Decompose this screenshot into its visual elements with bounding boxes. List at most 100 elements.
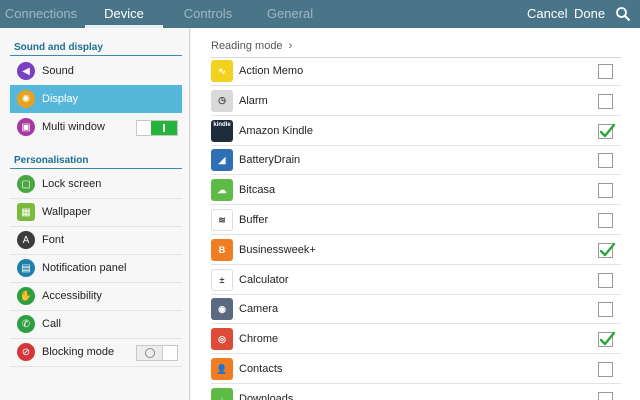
- app-checkbox[interactable]: [598, 302, 613, 318]
- sidebar-item-label: Display: [42, 93, 79, 105]
- notification-panel-icon: ▤: [17, 259, 35, 277]
- app-checkbox[interactable]: [598, 153, 613, 169]
- battery-drain-icon: ◢: [211, 149, 233, 172]
- camera-icon: ◉: [211, 298, 233, 321]
- app-label: Businessweek+: [239, 243, 316, 256]
- phone-icon: ✆: [17, 315, 35, 333]
- list-item[interactable]: ◉ Camera: [211, 295, 621, 325]
- divider: [10, 366, 182, 367]
- lock-screen-icon: ▢: [17, 175, 35, 193]
- app-checkbox[interactable]: [598, 123, 616, 139]
- settings-category-panel: Sound and display ◀ Sound ✺ Display ▣ Mu…: [0, 28, 190, 400]
- app-checkbox[interactable]: [598, 242, 616, 258]
- sidebar-item-notification-panel[interactable]: ▤ Notification panel: [10, 254, 182, 282]
- section-divider: [10, 55, 182, 56]
- bitcasa-cloud-icon: ☁: [211, 179, 233, 202]
- sidebar-item-label: Multi window: [42, 121, 105, 133]
- sidebar-item-accessibility[interactable]: ✋ Accessibility: [10, 282, 182, 310]
- list-item[interactable]: kindle Amazon Kindle: [211, 117, 621, 146]
- reading-mode-panel: Reading mode › ∿ Action Memo ◷ Alarm kindle A…: [191, 28, 640, 400]
- list-item[interactable]: 👤 Contacts: [211, 355, 621, 384]
- sidebar-item-label: Wallpaper: [42, 206, 92, 218]
- sidebar-item-wallpaper[interactable]: ▦ Wallpaper: [10, 198, 182, 226]
- app-checkbox[interactable]: [598, 391, 613, 400]
- sidebar-item-lock-screen[interactable]: ▢ Lock screen: [10, 170, 182, 198]
- tab-controls[interactable]: Controls: [170, 0, 246, 28]
- app-label: Calculator: [239, 273, 289, 286]
- app-label: Action Memo: [239, 65, 304, 77]
- app-label: Bitcasa: [239, 184, 276, 197]
- section-title-personalisation: Personalisation: [14, 155, 89, 166]
- downloads-icon: ↓: [211, 387, 233, 400]
- list-item[interactable]: ↓ Downloads: [211, 385, 621, 400]
- cancel-button[interactable]: Cancel: [527, 0, 567, 28]
- sidebar-item-font[interactable]: A Font: [10, 226, 182, 254]
- sidebar-item-label: Call: [42, 318, 61, 330]
- sidebar-item-call[interactable]: ✆ Call: [10, 310, 182, 338]
- app-label: BatteryDrain: [239, 154, 301, 167]
- hand-icon: ✋: [17, 287, 35, 305]
- action-memo-icon: ∿: [211, 60, 233, 82]
- blocking-mode-icon: ⊘: [17, 343, 35, 361]
- app-checkbox[interactable]: [598, 183, 613, 199]
- list-item[interactable]: ≋ Buffer: [211, 206, 621, 235]
- section-title-sound-display: Sound and display: [14, 42, 103, 53]
- app-label: Amazon Kindle: [239, 124, 313, 137]
- app-checkbox[interactable]: [598, 93, 613, 109]
- app-label: Camera: [239, 303, 279, 316]
- top-bar: Connections Device Controls General Canc…: [0, 0, 640, 28]
- done-button[interactable]: Done: [574, 0, 605, 28]
- sidebar-item-multi-window[interactable]: ▣ Multi window: [10, 113, 182, 141]
- sidebar-item-label: Blocking mode: [42, 346, 115, 358]
- app-label: Contacts: [239, 363, 283, 375]
- sidebar-item-label: Lock screen: [42, 178, 102, 190]
- tab-device[interactable]: Device: [85, 0, 163, 28]
- list-item[interactable]: ☁ Bitcasa: [211, 176, 621, 206]
- app-checkbox[interactable]: [598, 331, 616, 348]
- breadcrumb[interactable]: Reading mode ›: [211, 40, 292, 52]
- list-item[interactable]: ◢ BatteryDrain: [211, 146, 621, 176]
- blocking-mode-toggle[interactable]: [136, 345, 178, 361]
- contacts-icon: 👤: [211, 358, 233, 380]
- section-divider: [10, 168, 182, 169]
- breadcrumb-label: Reading mode: [211, 40, 283, 52]
- font-icon: A: [17, 231, 35, 249]
- calculator-icon: ±: [211, 268, 233, 291]
- kindle-icon: kindle: [211, 119, 233, 142]
- app-checkbox[interactable]: [598, 64, 613, 79]
- tab-general[interactable]: General: [255, 0, 325, 28]
- multi-window-toggle[interactable]: [136, 120, 178, 136]
- checkmark-icon: [599, 331, 616, 346]
- app-label: Chrome: [239, 333, 279, 346]
- businessweek-icon: B: [211, 238, 233, 261]
- app-label: Alarm: [239, 94, 268, 107]
- chevron-right-icon: ›: [285, 40, 293, 52]
- list-item[interactable]: ∿ Action Memo: [211, 57, 621, 86]
- sidebar-item-blocking-mode[interactable]: ⊘ Blocking mode: [10, 338, 182, 366]
- app-checkbox[interactable]: [598, 362, 613, 377]
- multi-window-icon: ▣: [17, 118, 35, 136]
- checkmark-icon: [599, 242, 616, 256]
- tab-connections[interactable]: Connections: [0, 0, 82, 28]
- alarm-clock-icon: ◷: [211, 89, 233, 112]
- sidebar-item-label: Notification panel: [42, 262, 127, 274]
- sidebar-item-label: Font: [42, 234, 65, 246]
- sidebar-item-label: Sound: [42, 65, 74, 77]
- list-item[interactable]: B Businessweek+: [211, 236, 621, 265]
- chrome-icon: ◎: [211, 328, 233, 351]
- app-checkbox[interactable]: [598, 213, 613, 228]
- wallpaper-icon: ▦: [17, 203, 35, 221]
- list-item[interactable]: ◷ Alarm: [211, 87, 621, 116]
- sidebar-item-display[interactable]: ✺ Display: [10, 85, 182, 113]
- list-item[interactable]: ± Calculator: [211, 266, 621, 295]
- brightness-icon: ✺: [17, 90, 35, 108]
- search-icon[interactable]: [615, 6, 631, 22]
- buffer-icon: ≋: [211, 209, 233, 231]
- app-checkbox[interactable]: [598, 272, 613, 288]
- list-item[interactable]: ◎ Chrome: [211, 325, 621, 355]
- sidebar-item-label: Accessibility: [42, 290, 102, 302]
- speaker-icon: ◀: [17, 62, 35, 80]
- sidebar-item-sound[interactable]: ◀ Sound: [10, 57, 182, 85]
- checkmark-icon: [599, 123, 616, 137]
- app-label: Downloads: [239, 392, 294, 400]
